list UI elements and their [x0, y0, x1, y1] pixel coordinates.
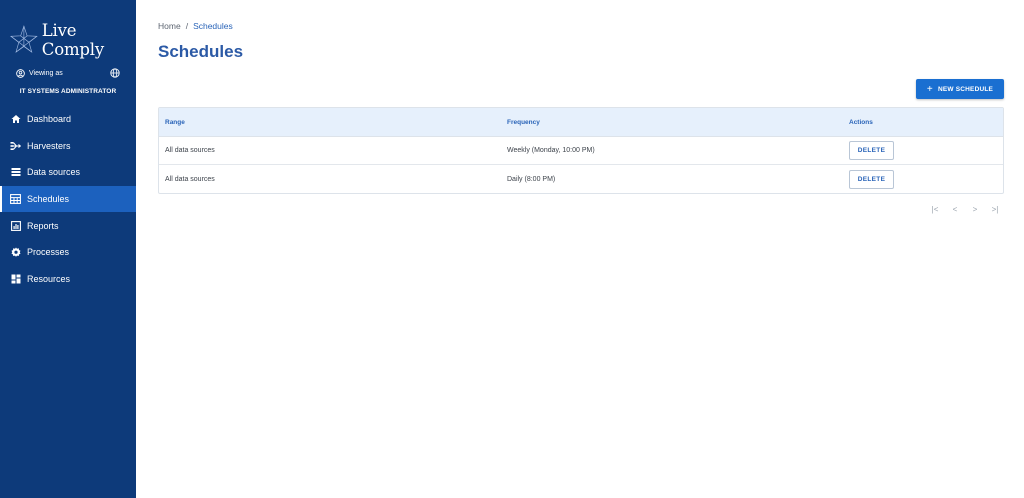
cell-frequency: Daily (8:00 PM)	[507, 175, 556, 183]
globe-icon[interactable]	[110, 68, 120, 78]
sidebar-item-label: Processes	[27, 247, 70, 258]
first-page-icon[interactable]: |<	[925, 205, 945, 214]
sidebar-item-label: Harvesters	[27, 140, 71, 151]
delete-button[interactable]: DELETE	[849, 141, 894, 160]
sidebar-item-label: Data sources	[27, 167, 81, 178]
cell-range: All data sources	[165, 175, 215, 183]
table-header: Range Frequency Actions	[159, 108, 1003, 137]
page-title: Schedules	[158, 42, 244, 61]
last-page-icon[interactable]: >|	[985, 205, 1005, 214]
sidebar-item-data-sources[interactable]: Data sources	[0, 159, 136, 186]
viewing-as-row: Viewing as	[16, 66, 120, 80]
sidebar-item-processes[interactable]: Processes	[0, 239, 136, 266]
brand-logo[interactable]: Live Comply	[10, 21, 136, 59]
new-schedule-button[interactable]: + NEW SCHEDULE	[916, 79, 1004, 99]
sidebar-item-label: Resources	[27, 273, 71, 284]
cell-range: All data sources	[165, 147, 215, 154]
previous-page-icon[interactable]: <	[945, 205, 965, 214]
table-row: All data sources Daily (8:00 PM) DELETE	[159, 165, 1003, 193]
pagination: |< < > >|	[925, 205, 1005, 214]
user-circle-icon	[16, 68, 25, 78]
list-icon	[10, 167, 21, 178]
report-icon	[10, 220, 21, 231]
column-header-frequency: Frequency	[507, 118, 540, 126]
home-icon	[10, 114, 21, 125]
breadcrumb-home[interactable]: Home	[158, 21, 181, 31]
plus-icon: +	[926, 83, 933, 95]
dashboard-blocks-icon	[10, 273, 21, 284]
sidebar-item-dashboard[interactable]: Dashboard	[0, 106, 136, 133]
delete-button[interactable]: DELETE	[849, 169, 894, 189]
breadcrumb-separator: /	[185, 21, 189, 31]
cell-frequency: Weekly (Monday, 10:00 PM)	[507, 147, 595, 154]
star-logo-icon	[10, 25, 38, 53]
sidebar: Live Comply Viewing as IT SYSTEMS ADMINI…	[0, 0, 136, 498]
grid-icon	[10, 194, 21, 205]
next-page-icon[interactable]: >	[965, 205, 985, 214]
harvester-icon	[10, 140, 21, 151]
sidebar-item-label: Dashboard	[27, 114, 72, 125]
schedules-table: Range Frequency Actions All data sources…	[158, 107, 1004, 194]
brand-name: Live Comply	[41, 21, 104, 59]
user-role: IT SYSTEMS ADMINISTRATOR	[19, 88, 117, 95]
sidebar-item-label: Schedules	[27, 194, 70, 205]
gear-icon	[10, 247, 21, 258]
column-header-range: Range	[165, 118, 185, 126]
viewing-as-label: Viewing as	[29, 69, 63, 77]
breadcrumb-current: Schedules	[193, 21, 233, 31]
breadcrumb: Home / Schedules	[158, 21, 233, 31]
sidebar-item-label: Reports	[27, 220, 59, 231]
new-schedule-label: NEW SCHEDULE	[937, 85, 994, 93]
column-header-actions: Actions	[849, 118, 873, 126]
sidebar-item-schedules[interactable]: Schedules	[0, 185, 136, 213]
sidebar-item-resources[interactable]: Resources	[0, 266, 136, 293]
sidebar-item-harvesters[interactable]: Harvesters	[0, 133, 136, 160]
sidebar-nav: Dashboard Harvesters Data sources Schedu…	[0, 106, 136, 292]
table-row: All data sources Weekly (Monday, 10:00 P…	[159, 137, 1003, 165]
sidebar-item-reports[interactable]: Reports	[0, 212, 136, 239]
